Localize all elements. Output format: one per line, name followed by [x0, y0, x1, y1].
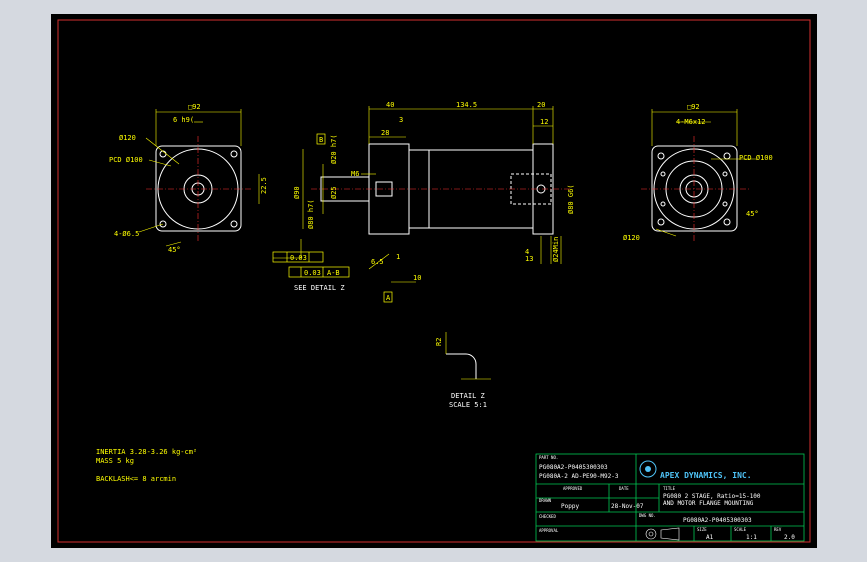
dim-28: 28: [381, 129, 389, 137]
tb-rev: 2.0: [784, 534, 795, 541]
tb-drawn-by: Poppy: [561, 503, 579, 510]
tb-title-1: PG080 2 STAGE, Ratio=15-100: [663, 493, 761, 500]
projection-symbol: [645, 527, 680, 541]
detail-title: DETAIL Z: [451, 392, 485, 400]
tb-approval-label: APPROVAL: [539, 528, 559, 533]
tb-approved-label: APPROVED: [563, 486, 583, 491]
datum-a: A: [386, 294, 391, 302]
tol-flat: 0.03: [290, 254, 307, 262]
dim-24: Ø24Min: [552, 237, 560, 262]
datum-b: B: [319, 136, 323, 144]
right-angle-dim: 45°: [746, 210, 759, 218]
tol-ref: A-B: [327, 269, 340, 277]
tb-drawn-label: DRAWN: [539, 498, 552, 503]
dim-1: 1: [396, 253, 400, 261]
dim-134: 134.5: [456, 101, 477, 109]
side-view: 40 134.5 20 28 3 12 Ø20 h7( Ø80 h7( Ø90 …: [272, 101, 575, 303]
dim-10: 10: [413, 274, 421, 282]
dim-20: 20: [537, 101, 545, 109]
tb-part-no-1: PG080A2-P0405300303: [539, 464, 608, 471]
dim-bore: Ø80 G6(: [567, 184, 575, 214]
detail-r-label: R2: [435, 338, 443, 346]
left-dia-dim: Ø120: [119, 134, 136, 142]
left-key-dim: 6 h9(: [173, 116, 194, 124]
right-pcd-dim: PCD Ø100: [739, 154, 773, 162]
left-angle-dim: 45°: [168, 246, 181, 254]
note-inertia: INERTIA 3.28-3.26 kg-cm²: [96, 448, 197, 456]
tb-size: A1: [706, 534, 714, 541]
drawing-sheet: □92 6 h9( Ø120 PCD Ø100 4-Ø6.5 45° 22.5: [57, 19, 811, 543]
tb-date: 28-Nov-07: [611, 503, 644, 510]
dim-25: Ø25: [330, 186, 338, 199]
detail-z: R2 DETAIL Z SCALE 5:1: [435, 332, 491, 409]
tb-part-no-label: PART NO.: [539, 455, 558, 460]
see-detail-label: SEE DETAIL Z: [294, 284, 345, 292]
note-mass: MASS 5 kg: [96, 457, 134, 465]
left-pcd-dim: PCD Ø100: [109, 156, 143, 164]
cad-viewport[interactable]: □92 6 h9( Ø120 PCD Ø100 4-Ø6.5 45° 22.5: [51, 14, 817, 548]
tb-dwg-no-label: DWG NO.: [639, 513, 656, 518]
tb-size-label: SIZE: [697, 527, 707, 532]
tb-part-no-2: PG080A-2 AD-PE90-M92-3: [539, 473, 619, 480]
left-offset-dim: 22.5: [260, 177, 268, 194]
tol-ab: 0.03: [304, 269, 321, 277]
right-holes-dim: 4-M6x12: [676, 118, 706, 126]
detail-scale: SCALE 5:1: [449, 401, 487, 409]
tb-checked-label: CHECKED: [539, 514, 556, 519]
left-flange-square: [155, 145, 242, 232]
dim-13: 13: [525, 255, 533, 263]
tb-rev-label: REV: [774, 527, 782, 532]
tb-date-label: DATE: [619, 486, 629, 491]
dim-shaft: Ø20 h7(: [330, 134, 338, 164]
dim-6-5: 6.5: [371, 258, 384, 266]
right-view: □92 4-M6x12 PCD Ø100 45° Ø120: [623, 103, 773, 242]
right-square-dim: □92: [687, 103, 700, 111]
dim-40: 40: [386, 101, 394, 109]
title-block: PART NO. PG080A2-P0405300303 PG080A-2 AD…: [535, 453, 805, 542]
dim-90: Ø90: [293, 186, 301, 199]
dim-12: 12: [540, 118, 548, 126]
tb-scale: 1:1: [746, 534, 757, 541]
tb-company: APEX DYNAMICS, INC.: [660, 471, 752, 480]
left-holes-dim: 4-Ø6.5: [114, 230, 139, 238]
tb-title-2: AND MOTOR FLANGE MOUNTING: [663, 500, 754, 507]
left-view: □92 6 h9( Ø120 PCD Ø100 4-Ø6.5 45° 22.5: [109, 103, 268, 254]
dim-3: 3: [399, 116, 403, 124]
dim-thread: M6: [351, 170, 359, 178]
right-dia-dim: Ø120: [623, 234, 640, 242]
dim-pilot: Ø80 h7(: [307, 199, 315, 229]
sheet-border: [57, 19, 811, 543]
tb-scale-label: SCALE: [734, 527, 747, 532]
left-square-dim: □92: [188, 103, 201, 111]
note-backlash: BACKLASH<= 8 arcmin: [96, 475, 176, 483]
tb-dwg-no: PG080A2-P0405300303: [683, 517, 752, 524]
company-logo: [639, 460, 657, 478]
notes: INERTIA 3.28-3.26 kg-cm² MASS 5 kg BACKL…: [96, 448, 197, 483]
tb-title-label: TITLE: [663, 486, 676, 491]
